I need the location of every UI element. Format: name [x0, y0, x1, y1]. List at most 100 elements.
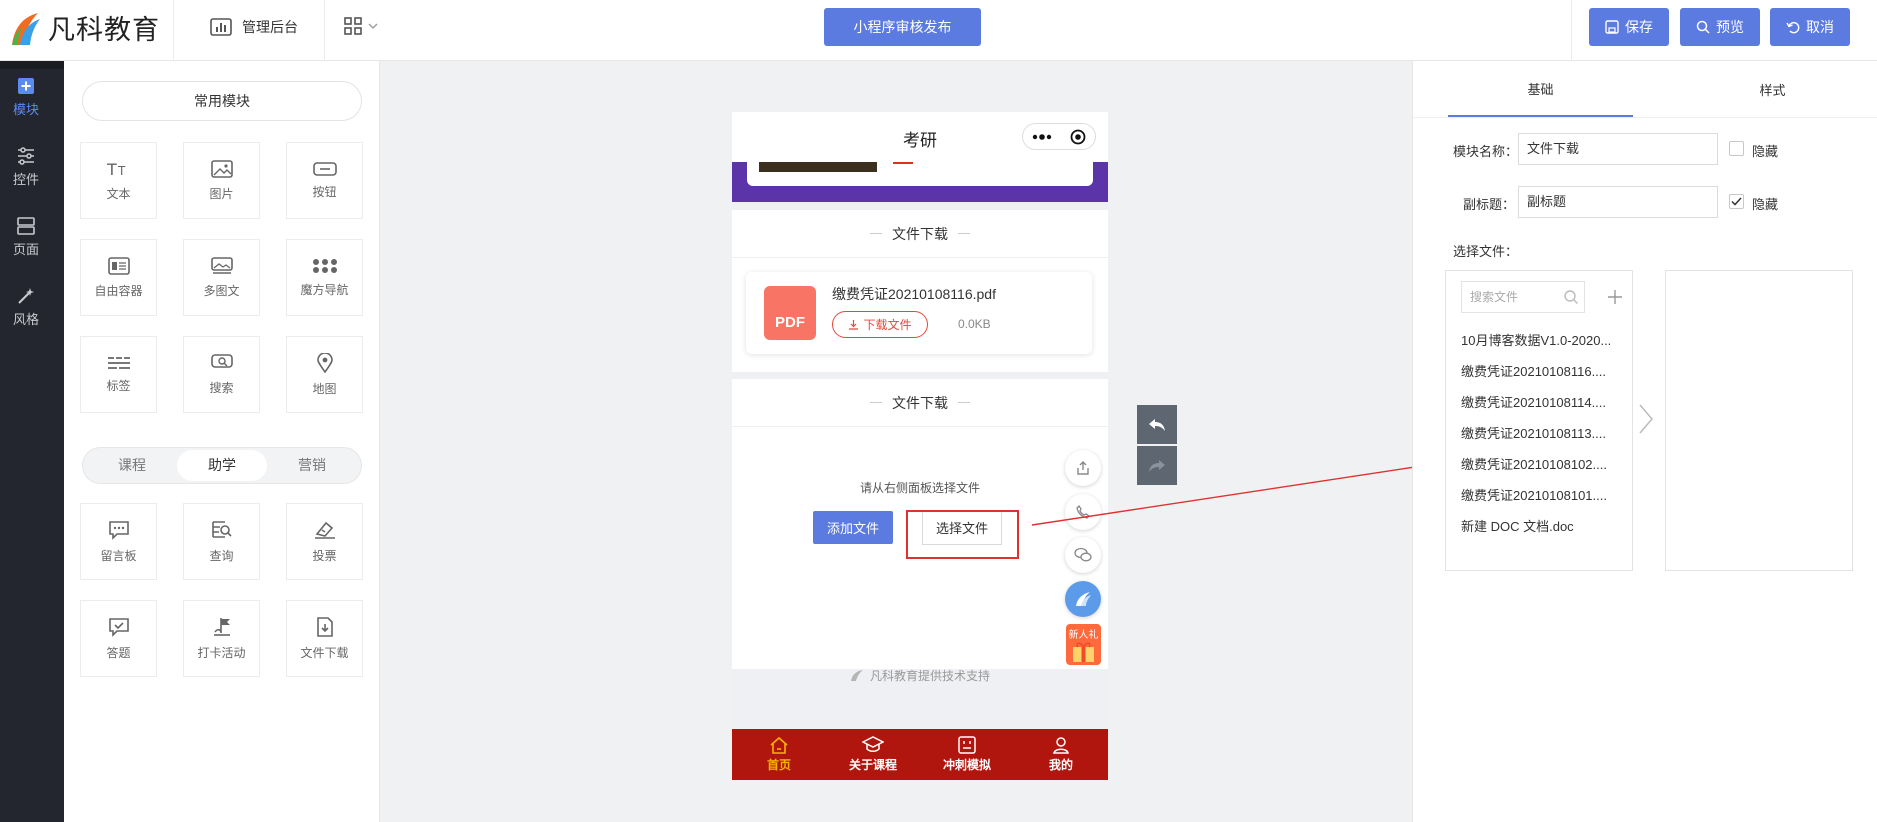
subtitle-input[interactable]: 副标题: [1518, 186, 1718, 218]
file-name: 缴费凭证20210108116.pdf: [832, 286, 996, 302]
gift-label: 新人礼: [1068, 630, 1099, 641]
pages-icon: [17, 217, 35, 235]
save-icon: [1605, 20, 1619, 34]
file-list-item[interactable]: 缴费凭证20210108114....: [1461, 392, 1629, 411]
module-label: 自由容器: [94, 283, 143, 298]
module-label: 查询: [209, 548, 234, 563]
module-text[interactable]: TT 文本: [80, 142, 157, 219]
save-button[interactable]: 保存: [1589, 8, 1669, 46]
divider: [173, 0, 174, 61]
module-multi-image[interactable]: 多图文: [183, 239, 260, 316]
add-file-button[interactable]: 添加文件: [813, 511, 893, 544]
sidebar-item-style[interactable]: 风格: [0, 287, 52, 328]
cancel-button[interactable]: 取消: [1770, 8, 1850, 46]
subtitle-hide-checkbox[interactable]: [1729, 194, 1744, 209]
sidebar-item-controls[interactable]: 控件: [0, 147, 52, 188]
common-modules-header[interactable]: 常用模块: [82, 81, 362, 121]
module-answer[interactable]: 答题: [80, 600, 157, 677]
tab-basic[interactable]: 基础: [1448, 61, 1633, 117]
undo-button[interactable]: [1137, 405, 1177, 444]
file-list-item[interactable]: 10月博客数据V1.0-2020...: [1461, 330, 1629, 349]
sidebar-item-modules[interactable]: 模块: [0, 77, 52, 118]
file-list-item[interactable]: 新建 DOC 文档.doc: [1461, 516, 1629, 535]
module-query[interactable]: 查询: [183, 503, 260, 580]
tab-home[interactable]: 首页: [732, 729, 826, 780]
module-name-label: 模块名称：: [1453, 144, 1519, 159]
chevron-right-icon[interactable]: [1638, 403, 1654, 435]
module-tags[interactable]: 标签: [80, 336, 157, 413]
module-free-container[interactable]: 自由容器: [80, 239, 157, 316]
select-files-label: 选择文件：: [1453, 244, 1519, 259]
brand-logo-icon: [12, 12, 40, 45]
module-name-input[interactable]: 文件下载: [1518, 133, 1718, 165]
sidebar-item-pages[interactable]: 页面: [0, 217, 52, 258]
brand-float-button[interactable]: [1065, 581, 1101, 617]
module-title-text: 文件下载: [892, 394, 948, 411]
module-panel: 常用模块 TT 文本 图片 按钮 自由容器 多图文 魔方导航 标签 搜索 地图 …: [64, 61, 380, 822]
publish-miniprogram-button[interactable]: 小程序审核发布: [824, 8, 981, 46]
module-button[interactable]: 按钮: [286, 142, 363, 219]
message-board-icon: [108, 520, 129, 540]
module-name-hide-checkbox[interactable]: [1729, 141, 1744, 156]
module-file-download[interactable]: 文件下载: [286, 600, 363, 677]
image-icon: [210, 159, 233, 178]
hide-label: 隐藏: [1752, 144, 1779, 159]
module-checkin[interactable]: 打卡活动: [183, 600, 260, 677]
new-user-gift-button[interactable]: 新人礼: [1066, 624, 1101, 665]
file-source-list: 搜索文件 10月博客数据V1.0-2020... 缴费凭证20210108116…: [1445, 270, 1633, 571]
undo-icon: [1786, 21, 1800, 34]
brand-logo[interactable]: 凡科教育: [8, 8, 160, 47]
file-download-module[interactable]: 文件下载 PDF 缴费凭证20210108116.pdf 下载文件 0.0KB: [732, 210, 1108, 372]
sidebar-item-label: 模块: [12, 102, 39, 117]
add-icon[interactable]: [1607, 289, 1623, 305]
module-cube-nav[interactable]: 魔方导航: [286, 239, 363, 316]
tab-course[interactable]: 课程: [87, 450, 177, 481]
wechat-button[interactable]: [1065, 537, 1101, 573]
module-image[interactable]: 图片: [183, 142, 260, 219]
miniprogram-capsule[interactable]: [1022, 123, 1096, 150]
file-list-item[interactable]: 缴费凭证20210108102....: [1461, 454, 1629, 473]
download-file-button[interactable]: 下载文件: [832, 311, 928, 338]
close-target-icon: [1070, 129, 1086, 144]
module-vote[interactable]: 投票: [286, 503, 363, 580]
brand-logo-icon: [1076, 592, 1091, 606]
user-icon: [1053, 737, 1069, 754]
module-label: 打卡活动: [197, 645, 246, 660]
tab-about-course[interactable]: 关于课程: [826, 729, 920, 780]
course-card-partial[interactable]: [747, 162, 1093, 186]
file-card[interactable]: PDF 缴费凭证20210108116.pdf 下载文件 0.0KB: [746, 272, 1092, 354]
tab-marketing[interactable]: 营销: [267, 450, 357, 481]
tab-study[interactable]: 助学: [177, 450, 267, 481]
module-map[interactable]: 地图: [286, 336, 363, 413]
tab-style[interactable]: 样式: [1680, 61, 1865, 117]
module-label: 魔方导航: [300, 282, 349, 297]
tab-sprint-mock[interactable]: 冲刺模拟: [920, 729, 1014, 780]
tags-icon: [107, 356, 130, 369]
svg-text:T: T: [107, 160, 117, 178]
download-icon: [849, 320, 859, 330]
file-list-item[interactable]: 缴费凭证20210108101....: [1461, 485, 1629, 504]
download-label: 下载文件: [863, 318, 912, 332]
multi-image-icon: [210, 256, 233, 274]
file-list-item[interactable]: 缴费凭证20210108113....: [1461, 423, 1629, 442]
module-label: 文件下载: [300, 645, 349, 660]
top-bar: 凡科教育 管理后台 小程序审核发布 保存 预览 取消: [0, 0, 1877, 61]
sidebar-item-label: 风格: [12, 312, 39, 327]
search-icon[interactable]: [1563, 289, 1579, 305]
module-message-board[interactable]: 留言板: [80, 503, 157, 580]
file-list-item[interactable]: 缴费凭证20210108116....: [1461, 361, 1629, 380]
tab-mine[interactable]: 我的: [1014, 729, 1108, 780]
home-icon: [770, 736, 788, 754]
apps-menu-button[interactable]: [344, 17, 378, 35]
module-search[interactable]: 搜索: [183, 336, 260, 413]
redo-button[interactable]: [1137, 446, 1177, 485]
admin-link[interactable]: 管理后台: [210, 17, 298, 37]
preview-button[interactable]: 预览: [1680, 8, 1760, 46]
pdf-badge: PDF: [775, 314, 805, 331]
file-download-icon: [316, 616, 333, 637]
hide-label: 隐藏: [1752, 197, 1779, 212]
tab-divider: [1413, 117, 1877, 118]
course-price-fragment: [893, 162, 913, 164]
search-icon: [210, 353, 233, 368]
map-pin-icon: [316, 352, 333, 373]
